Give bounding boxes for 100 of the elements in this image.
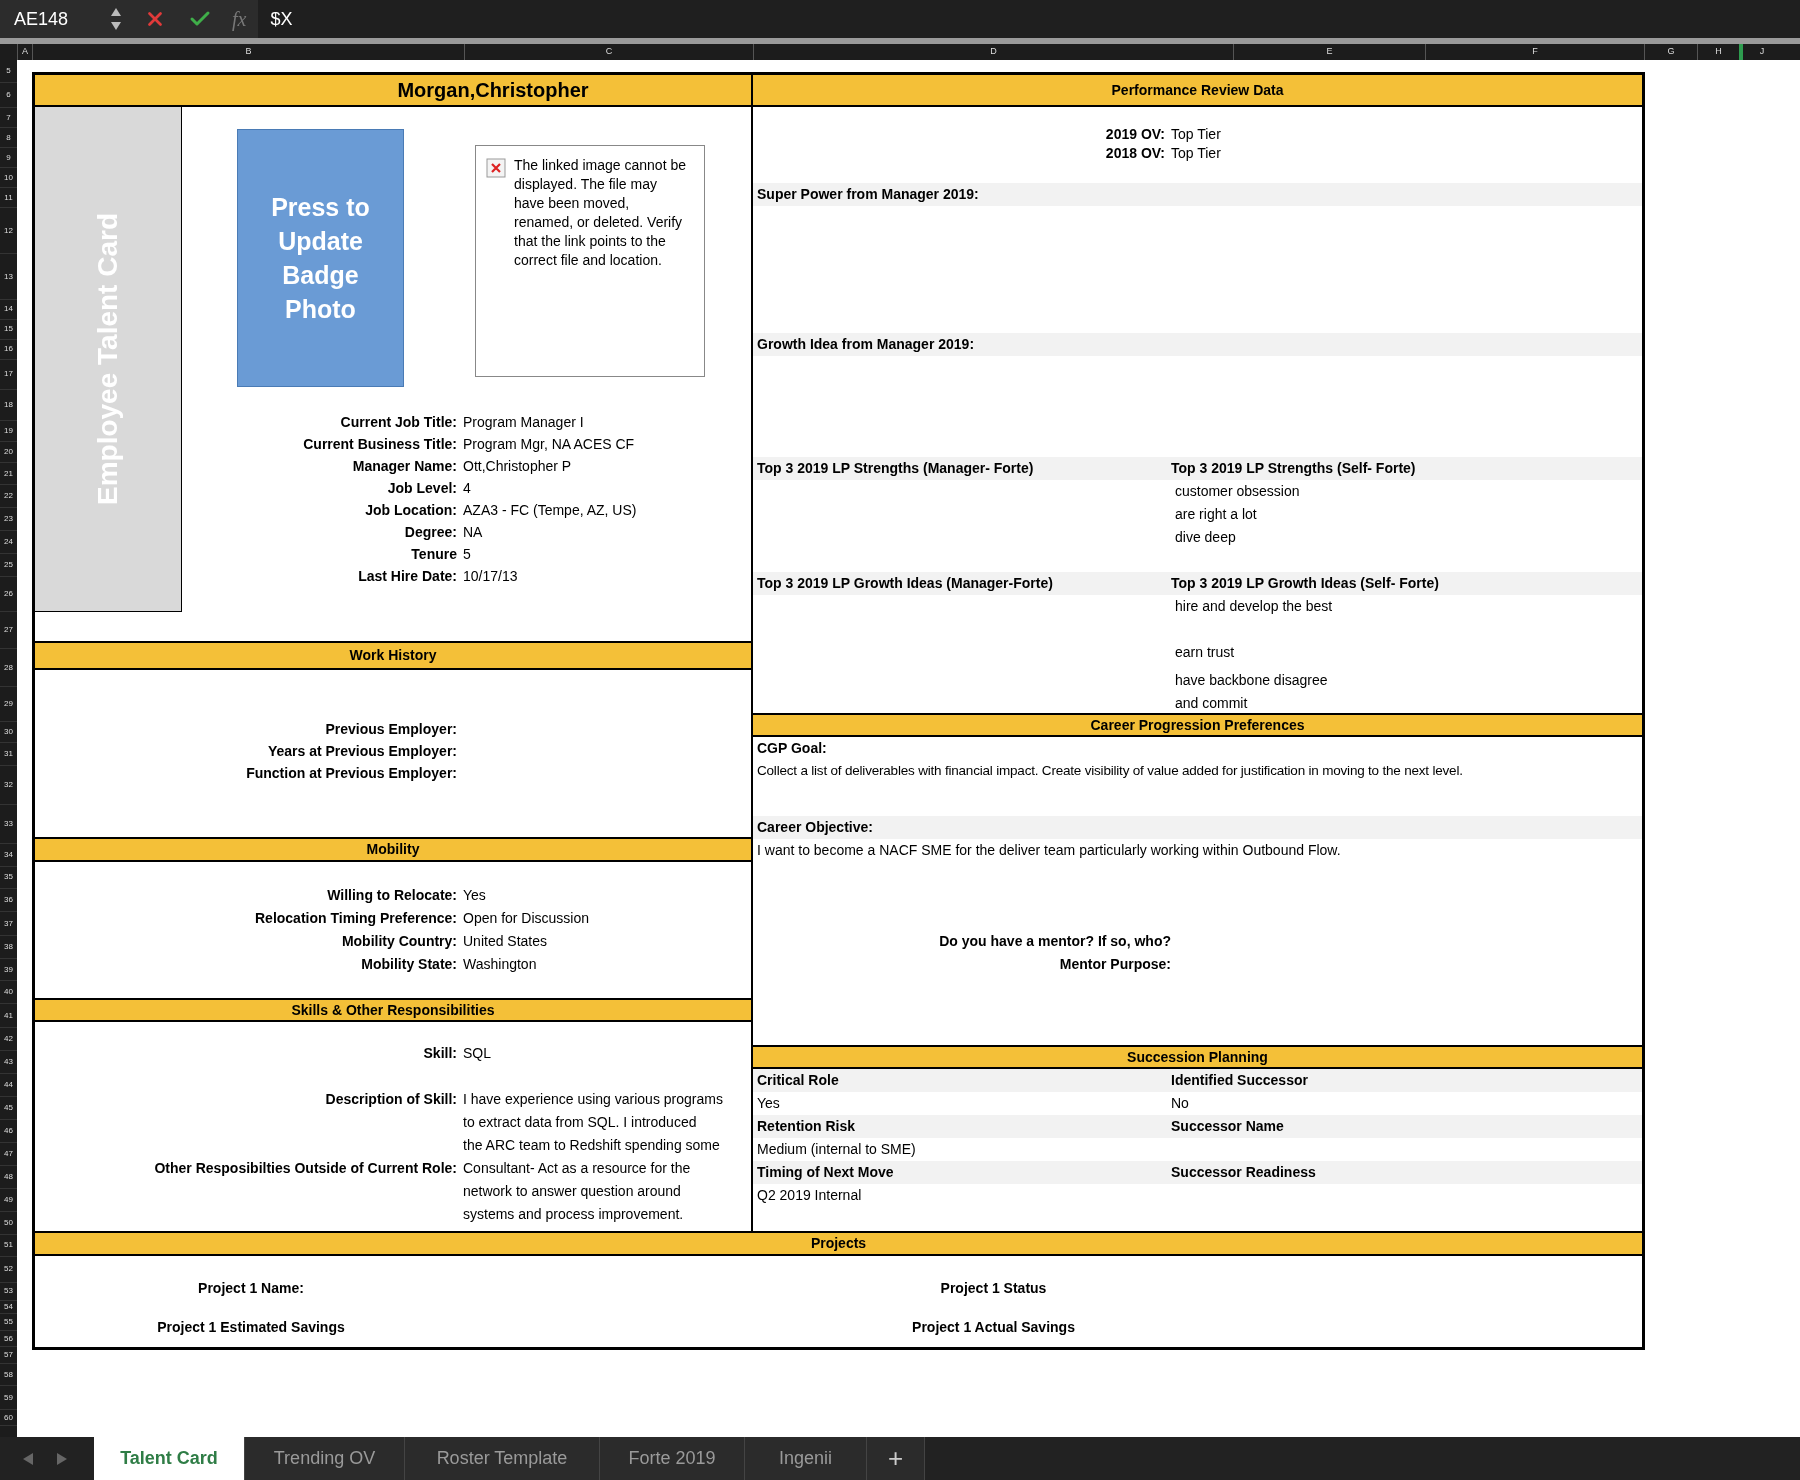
row-header[interactable]: 43: [4, 1058, 13, 1067]
row-header[interactable]: 60: [4, 1413, 13, 1422]
row-header[interactable]: 37: [4, 919, 13, 928]
column-header[interactable]: D: [753, 44, 1233, 60]
column-header[interactable]: J: [1739, 44, 1781, 60]
row-header[interactable]: 54: [4, 1302, 13, 1311]
field-label: Current Business Title:: [303, 434, 457, 454]
cell-reference[interactable]: AE148: [0, 5, 100, 33]
objective-text: I want to become a NACF SME for the deliver team particularly working within Outbound Flow.: [757, 841, 1341, 860]
field-value: SQL: [463, 1044, 492, 1063]
add-sheet-button[interactable]: +: [867, 1437, 925, 1480]
row-header[interactable]: 42: [4, 1035, 13, 1044]
column-header[interactable]: E: [1233, 44, 1425, 60]
row-header[interactable]: 50: [4, 1218, 13, 1227]
field-value: Open for Discussion: [463, 910, 590, 926]
field-label: Critical Role: [757, 1072, 839, 1088]
row-header[interactable]: 27: [4, 625, 13, 634]
row-header[interactable]: 38: [4, 942, 13, 951]
column-header[interactable]: B: [32, 44, 464, 60]
row-header[interactable]: 36: [4, 896, 13, 905]
row-header[interactable]: 53: [4, 1287, 13, 1296]
column-header[interactable]: C: [464, 44, 753, 60]
row-header[interactable]: 5: [6, 66, 11, 75]
row-header[interactable]: 23: [4, 515, 13, 524]
row-header[interactable]: 44: [4, 1081, 13, 1090]
row-header[interactable]: 30: [4, 728, 13, 736]
row-header[interactable]: 34: [4, 850, 13, 859]
field-label: Previous Employer:: [325, 719, 457, 739]
field-label: Job Location:: [365, 500, 457, 520]
row-header[interactable]: 56: [4, 1334, 13, 1343]
row-header[interactable]: 47: [4, 1150, 13, 1159]
field-label: Other Resposibilties Outside of Current Role:: [154, 1159, 457, 1178]
row-header[interactable]: 57: [4, 1351, 13, 1360]
row-header[interactable]: 32: [4, 781, 13, 790]
row-header[interactable]: 22: [4, 492, 13, 501]
row-header[interactable]: 16: [4, 345, 13, 354]
row-header[interactable]: 21: [4, 469, 13, 478]
row-header[interactable]: 18: [4, 401, 13, 410]
row-header[interactable]: 19: [4, 427, 13, 435]
column-header[interactable]: G: [1644, 44, 1697, 60]
list-item: dive deep: [1175, 528, 1237, 547]
field-label: Description of Skill:: [325, 1090, 457, 1109]
row-header[interactable]: 58: [4, 1370, 13, 1379]
sheet-tab[interactable]: Forte 2019: [600, 1437, 745, 1480]
row-header[interactable]: 6: [6, 91, 11, 100]
row-header[interactable]: 15: [4, 325, 13, 334]
row-header[interactable]: 20: [4, 447, 13, 456]
stepper-icon[interactable]: [110, 6, 122, 32]
field-label: Do you have a mentor? If so, who?: [939, 932, 1171, 951]
row-header[interactable]: 39: [4, 965, 13, 974]
section-header: Work History: [35, 641, 751, 670]
row-header[interactable]: 45: [4, 1104, 13, 1113]
row-header[interactable]: 59: [4, 1393, 13, 1402]
column-header[interactable]: H: [1697, 44, 1739, 60]
row-header[interactable]: 29: [4, 700, 13, 709]
field-value: Top Tier: [1171, 125, 1221, 144]
next-sheet-icon[interactable]: [56, 1451, 68, 1466]
row-header[interactable]: 49: [4, 1196, 13, 1204]
column-header[interactable]: A: [17, 44, 32, 60]
previous-sheet-icon[interactable]: [22, 1451, 34, 1466]
row-header[interactable]: 41: [4, 1011, 13, 1020]
formula-field[interactable]: $X: [258, 0, 1800, 38]
field-label: Project 1 Actual Savings: [912, 1317, 1075, 1337]
row-header[interactable]: 28: [4, 663, 13, 672]
field-label: Growth Idea from Manager 2019:: [757, 335, 975, 354]
row-header[interactable]: 51: [4, 1241, 13, 1250]
row-header[interactable]: 10: [4, 173, 13, 182]
row-header[interactable]: 8: [6, 133, 11, 142]
field-label: Relocation Timing Preference:: [255, 909, 457, 928]
field-label: Function at Previous Employer:: [246, 763, 457, 783]
field-label: Current Job Title:: [340, 412, 457, 432]
row-header[interactable]: 11: [4, 193, 13, 202]
row-header[interactable]: 13: [4, 272, 13, 281]
row-header[interactable]: 14: [4, 305, 13, 314]
sheet-tab[interactable]: Roster Template: [405, 1437, 600, 1480]
row-header[interactable]: 46: [4, 1127, 13, 1136]
row-header[interactable]: 48: [4, 1173, 13, 1182]
row-header[interactable]: 12: [4, 226, 13, 235]
row-header[interactable]: 40: [4, 988, 13, 997]
row-header[interactable]: 33: [4, 819, 13, 828]
employee-name: Morgan,Christopher: [35, 75, 751, 107]
column-header[interactable]: F: [1425, 44, 1644, 60]
broken-image-icon: [486, 158, 506, 178]
row-header[interactable]: 31: [4, 750, 13, 759]
field-label: Mobility State:: [361, 955, 457, 974]
sheet-tab[interactable]: Ingenii: [745, 1437, 867, 1480]
field-value: 5: [463, 545, 471, 562]
row-header[interactable]: 35: [4, 873, 13, 882]
row-header[interactable]: 17: [4, 370, 13, 379]
row-header[interactable]: 52: [4, 1265, 13, 1274]
section-header: Career Progression Preferences: [753, 713, 1642, 737]
row-header[interactable]: 55: [4, 1317, 13, 1326]
field-value: 4: [463, 479, 471, 496]
row-header[interactable]: 9: [6, 153, 11, 162]
row-header[interactable]: 7: [6, 113, 11, 122]
sheet-tab[interactable]: Trending OV: [245, 1437, 405, 1480]
row-header[interactable]: 24: [4, 538, 13, 547]
row-header[interactable]: 26: [4, 590, 13, 598]
sheet-tab[interactable]: Talent Card: [94, 1437, 245, 1480]
row-header[interactable]: 25: [4, 561, 13, 570]
